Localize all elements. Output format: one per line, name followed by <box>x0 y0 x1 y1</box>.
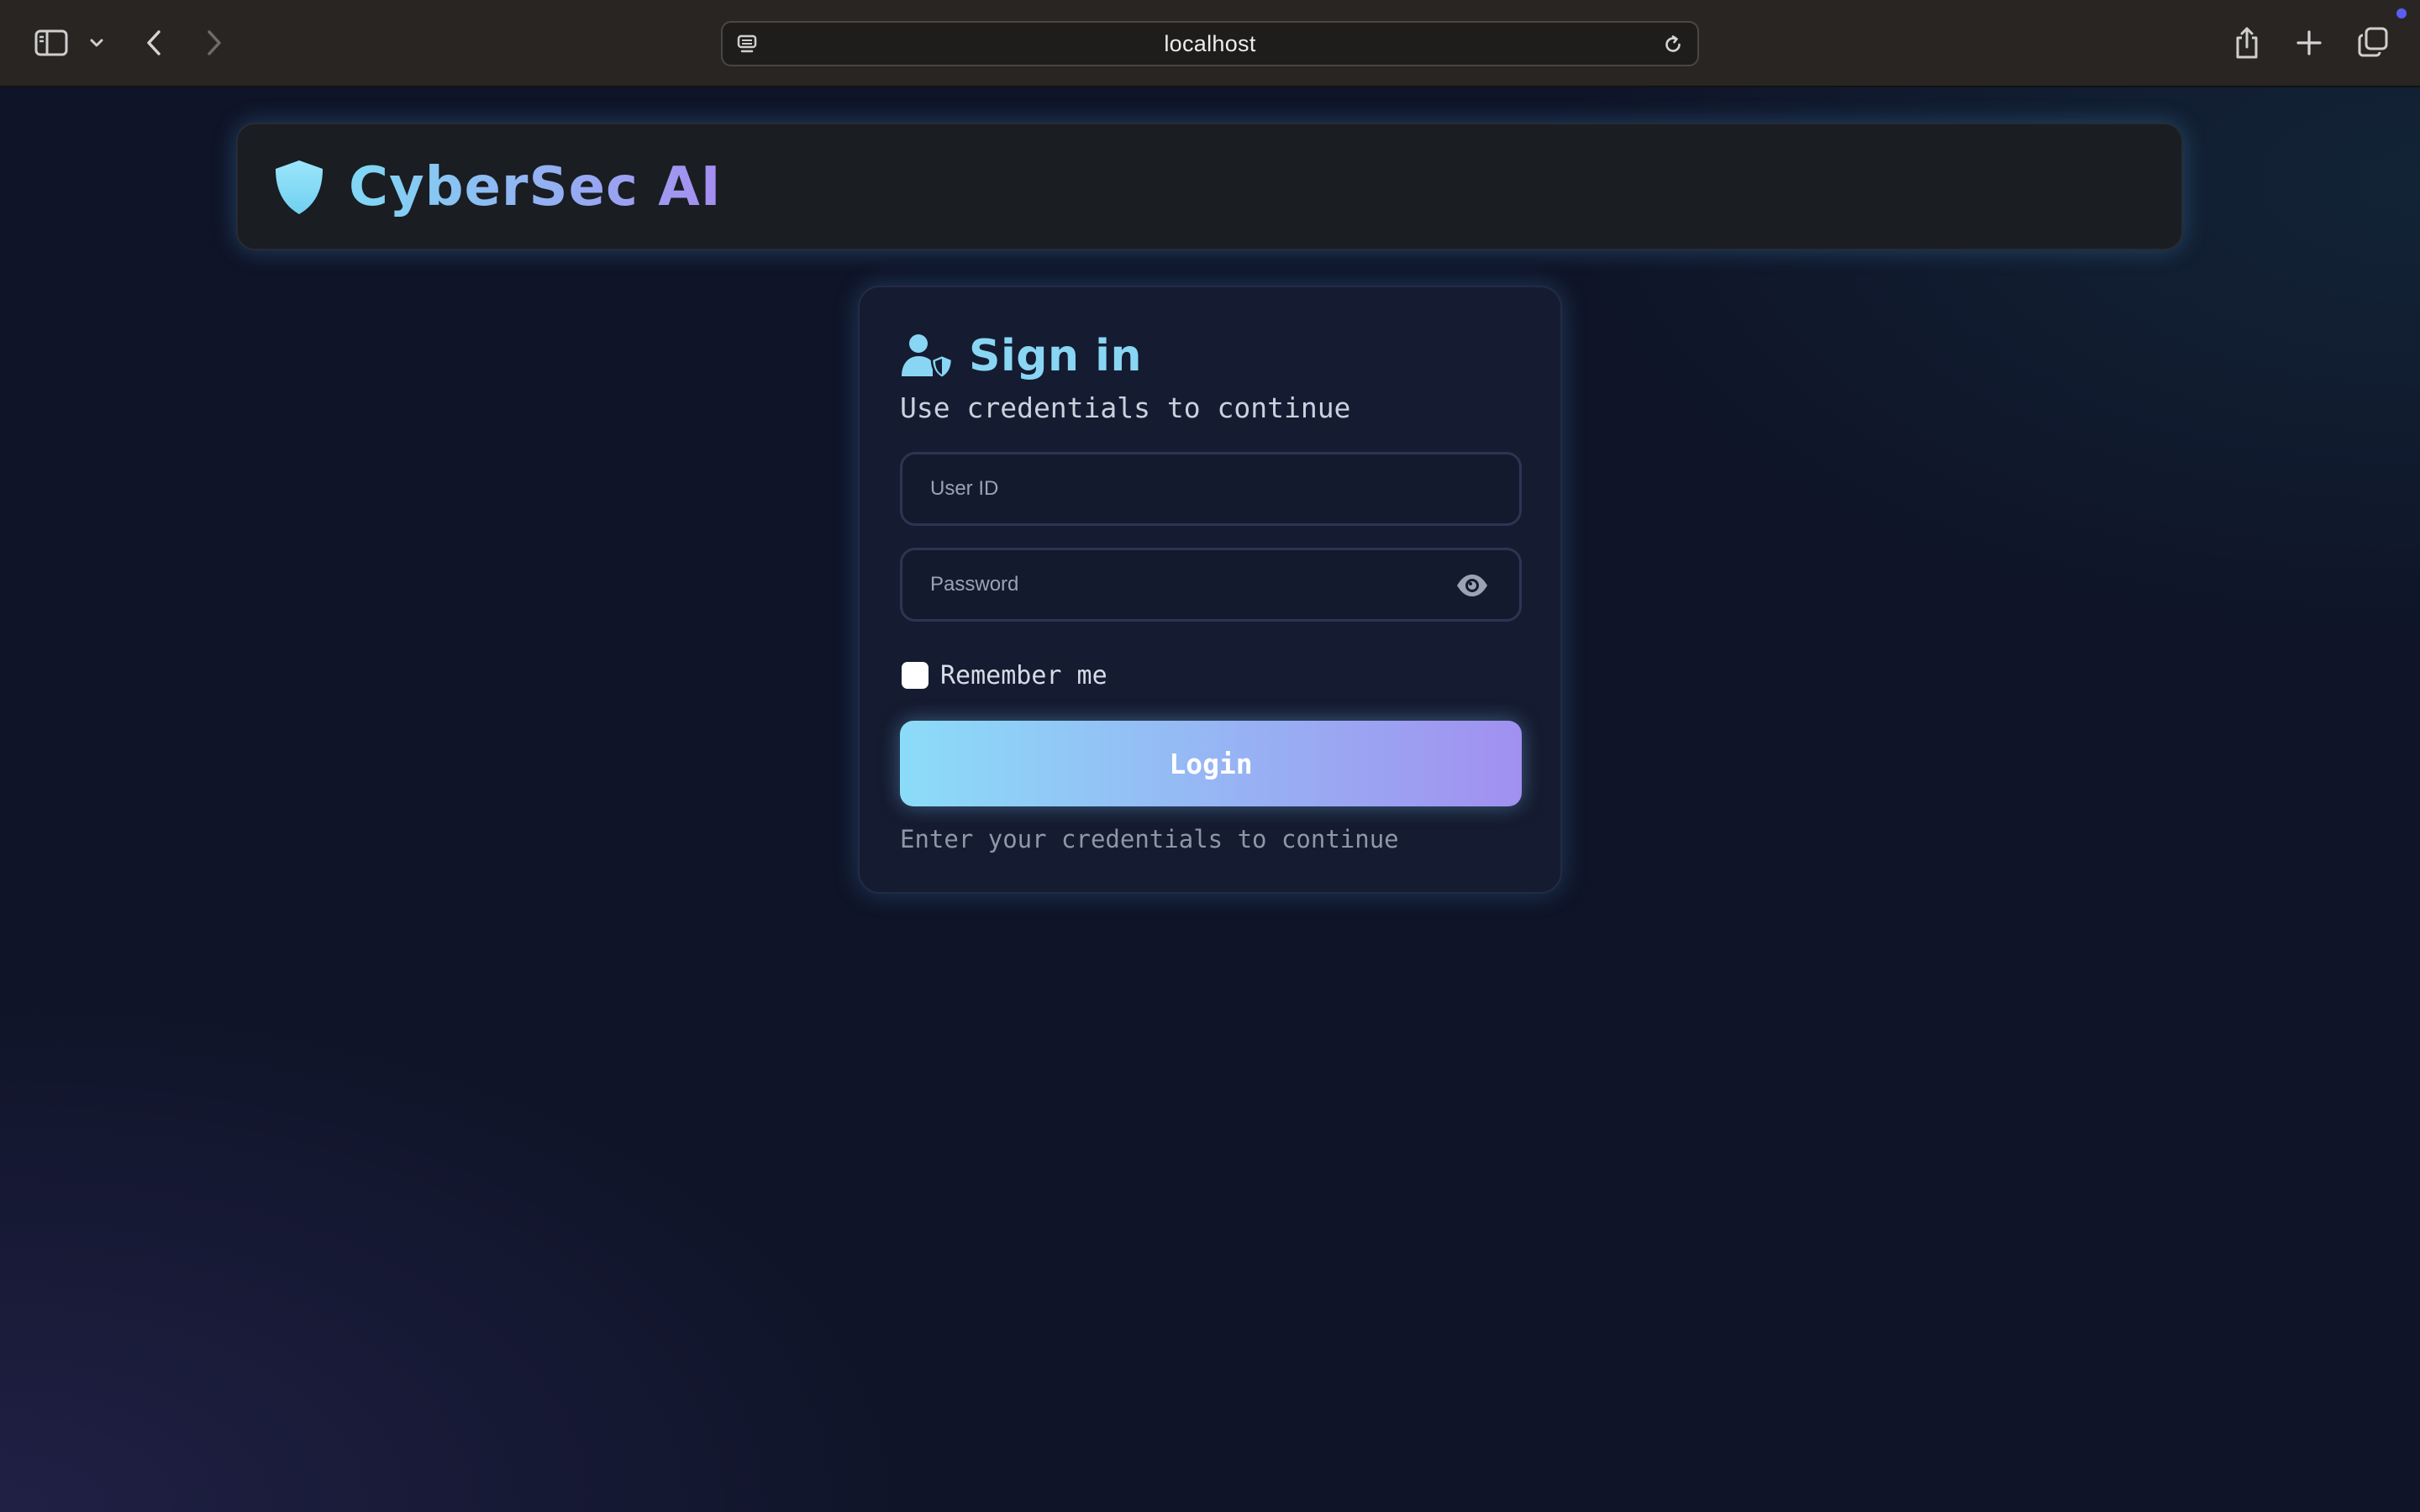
plus-icon[interactable] <box>2294 27 2324 59</box>
card-subtitle: Use credentials to continue <box>900 391 1351 424</box>
tabs-overview-icon[interactable] <box>2356 25 2390 59</box>
chevron-down-icon[interactable] <box>87 35 106 50</box>
user-shield-icon <box>900 333 954 380</box>
login-button[interactable]: Login <box>900 721 1522 806</box>
card-title: Sign in <box>969 331 1142 381</box>
credentials-hint: Enter your credentials to continue <box>900 825 1399 853</box>
address-text[interactable]: localhost <box>723 23 1697 65</box>
chevron-right-icon[interactable] <box>202 27 227 59</box>
reload-icon[interactable] <box>1660 33 1686 56</box>
remember-me-label[interactable]: Remember me <box>940 661 1107 690</box>
brand-title: CyberSec AI <box>349 151 722 223</box>
user-id-field[interactable] <box>900 452 1522 526</box>
card-title-row: Sign in <box>900 329 1142 383</box>
sidebar-icon[interactable] <box>34 29 69 57</box>
notification-dot <box>2396 8 2407 18</box>
remember-me-row[interactable]: Remember me <box>902 659 1107 692</box>
login-card: Sign in Use credentials to continue Reme… <box>858 286 1562 894</box>
browser-toolbar: localhost <box>0 0 2420 87</box>
share-icon[interactable] <box>2232 24 2262 62</box>
password-input[interactable] <box>902 550 1519 619</box>
address-bar[interactable]: localhost <box>721 21 1699 66</box>
chevron-left-icon[interactable] <box>141 27 166 59</box>
password-field[interactable] <box>900 548 1522 622</box>
shield-icon <box>270 158 329 217</box>
eye-icon[interactable] <box>1455 574 1489 597</box>
user-id-input[interactable] <box>902 454 1519 523</box>
remember-me-checkbox[interactable] <box>902 662 929 689</box>
app-header: CyberSec AI <box>236 123 2183 250</box>
